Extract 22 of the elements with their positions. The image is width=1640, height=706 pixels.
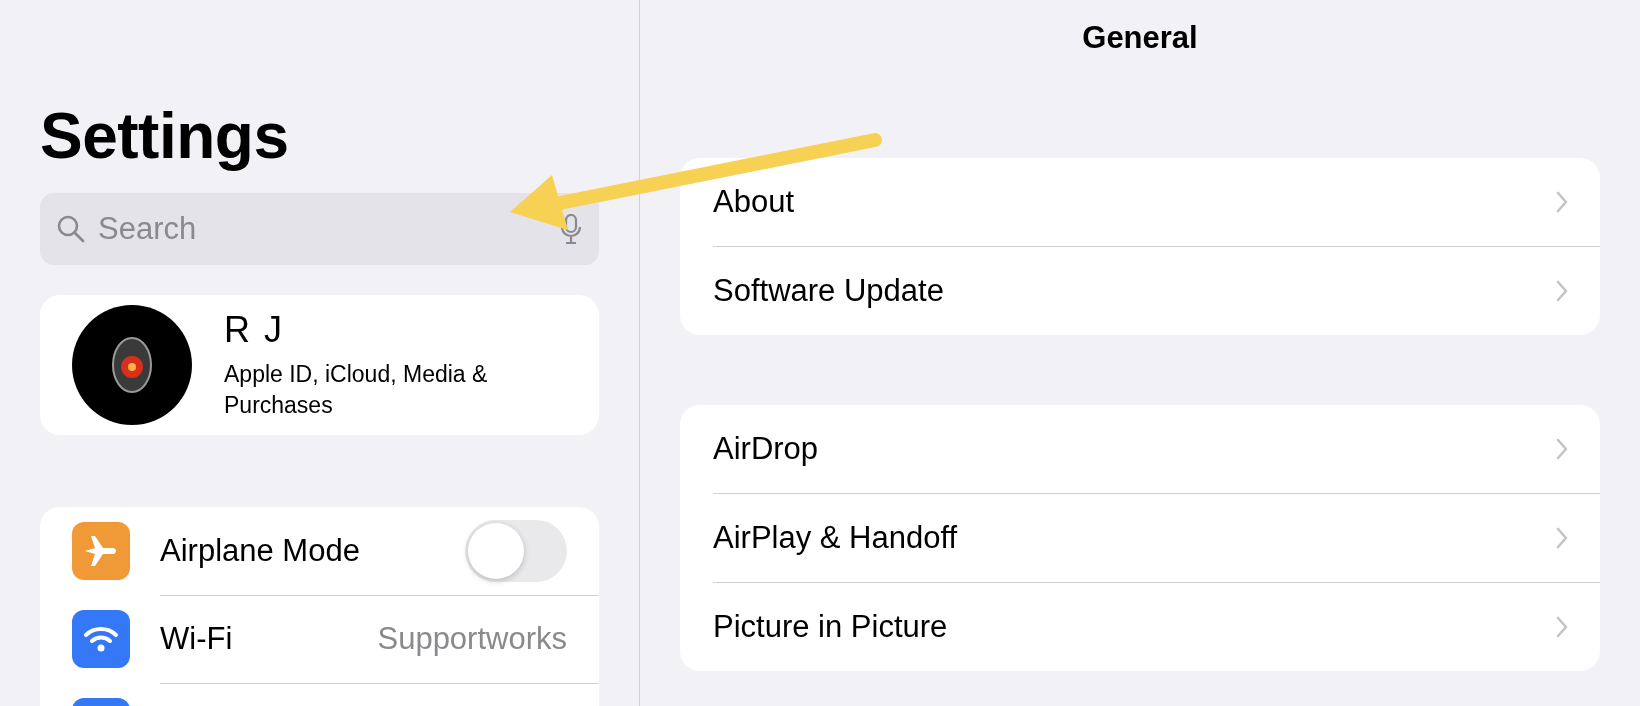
settings-row[interactable]: Picture in Picture <box>713 583 1600 671</box>
chevron-icon <box>1556 438 1568 460</box>
profile-subtitle: Apple ID, iCloud, Media & Purchases <box>224 360 489 420</box>
chevron-icon <box>1556 191 1568 213</box>
toggle-switch[interactable] <box>465 519 567 582</box>
search-field[interactable]: Search <box>40 193 599 265</box>
settings-row[interactable]: AirDrop <box>713 405 1600 494</box>
chevron-icon <box>1556 527 1568 549</box>
settings-row[interactable]: Software Update <box>713 247 1600 335</box>
settings-row[interactable]: About <box>713 158 1600 247</box>
page-title: General <box>1081 20 1199 56</box>
settings-row[interactable]: AirPlay & Handoff <box>713 494 1600 583</box>
setting-value: Supportworks <box>377 620 567 657</box>
wifi-icon[interactable] <box>72 610 130 668</box>
profile-card[interactable]: R J Apple ID, iCloud, Media & Purchases <box>40 295 599 435</box>
setting-label: Airplane Mode <box>160 532 360 569</box>
chevron-icon <box>1556 280 1568 302</box>
microphone-icon[interactable] <box>561 214 581 244</box>
setting-label: Wi-Fi <box>160 620 233 657</box>
chevron-icon <box>1556 616 1568 638</box>
profile-name: R J <box>224 309 285 351</box>
airplane-icon[interactable] <box>72 522 130 580</box>
